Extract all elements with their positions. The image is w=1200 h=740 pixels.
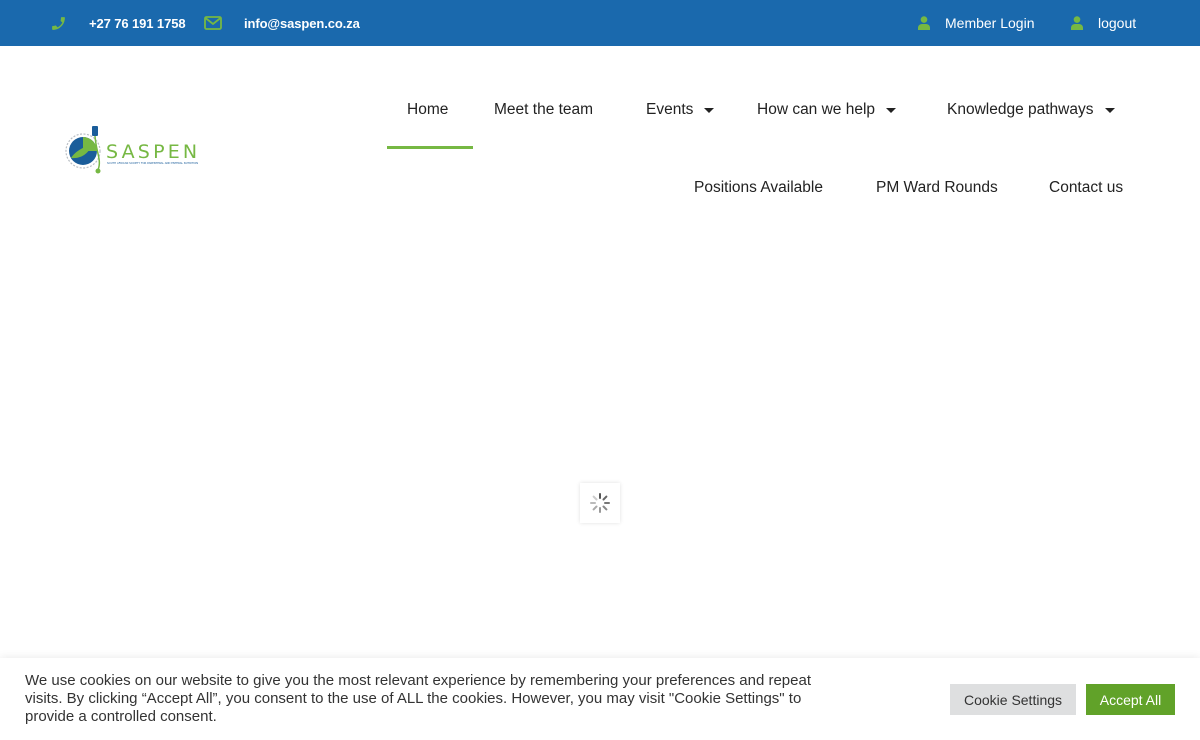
- accept-all-button[interactable]: Accept All: [1086, 684, 1175, 715]
- email-address: info@saspen.co.za: [244, 15, 360, 31]
- member-login-link[interactable]: Member Login: [918, 0, 1035, 46]
- spinner-icon: [590, 493, 610, 513]
- logo-wordmark: SASPEN: [106, 141, 200, 163]
- top-contact-bar: +27 76 191 1758 info@saspen.co.za Member…: [0, 0, 1200, 46]
- active-nav-indicator: [387, 146, 473, 149]
- user-icon: [918, 16, 930, 30]
- nav-item-contact-us[interactable]: Contact us: [1049, 176, 1123, 200]
- cookie-settings-button[interactable]: Cookie Settings: [950, 684, 1076, 715]
- logo-tagline: SOUTH AFRICAN SOCIETY FOR PARENTERAL AND…: [107, 161, 198, 165]
- nav-item-label: Home: [407, 101, 449, 118]
- caret-down-icon: [1104, 108, 1115, 113]
- user-icon: [1071, 16, 1083, 30]
- email-link[interactable]: info@saspen.co.za: [204, 0, 360, 46]
- nav-item-positions-available[interactable]: Positions Available: [694, 176, 823, 200]
- cookie-message: We use cookies on our website to give yo…: [25, 672, 811, 725]
- envelope-icon: [204, 16, 222, 30]
- logout-link[interactable]: logout: [1071, 0, 1136, 46]
- nav-item-label: Positions Available: [694, 179, 823, 196]
- nav-item-knowledge-pathways[interactable]: Knowledge pathways: [947, 98, 1115, 122]
- caret-down-icon: [886, 108, 897, 113]
- nav-item-events[interactable]: Events: [646, 98, 715, 122]
- nav-item-how-can-we-help[interactable]: How can we help: [757, 98, 897, 122]
- cookie-consent-banner: We use cookies on our website to give yo…: [0, 658, 1200, 740]
- caret-down-icon: [704, 108, 715, 113]
- nav-item-label: PM Ward Rounds: [876, 179, 998, 196]
- member-login-label: Member Login: [945, 15, 1035, 31]
- nav-item-label: How can we help: [757, 101, 876, 118]
- saspen-logo-graphic: SASPEN SOUTH AFRICAN SOCIETY FOR PARENTE…: [65, 126, 200, 174]
- nav-item-meet-the-team[interactable]: Meet the team: [494, 98, 593, 122]
- nav-item-label: Meet the team: [494, 101, 594, 118]
- nav-item-label: Knowledge pathways: [947, 101, 1094, 118]
- site-logo[interactable]: SASPEN SOUTH AFRICAN SOCIETY FOR PARENTE…: [62, 122, 214, 178]
- loading-spinner: [580, 483, 620, 523]
- nav-item-label: Events: [646, 101, 694, 118]
- nav-item-home[interactable]: Home: [407, 98, 448, 122]
- logout-label: logout: [1098, 15, 1137, 31]
- nav-item-pm-ward-rounds[interactable]: PM Ward Rounds: [876, 176, 998, 200]
- phone-link[interactable]: +27 76 191 1758: [50, 0, 186, 46]
- nav-item-label: Contact us: [1049, 179, 1124, 196]
- phone-number: +27 76 191 1758: [89, 15, 186, 31]
- phone-icon: [50, 15, 67, 32]
